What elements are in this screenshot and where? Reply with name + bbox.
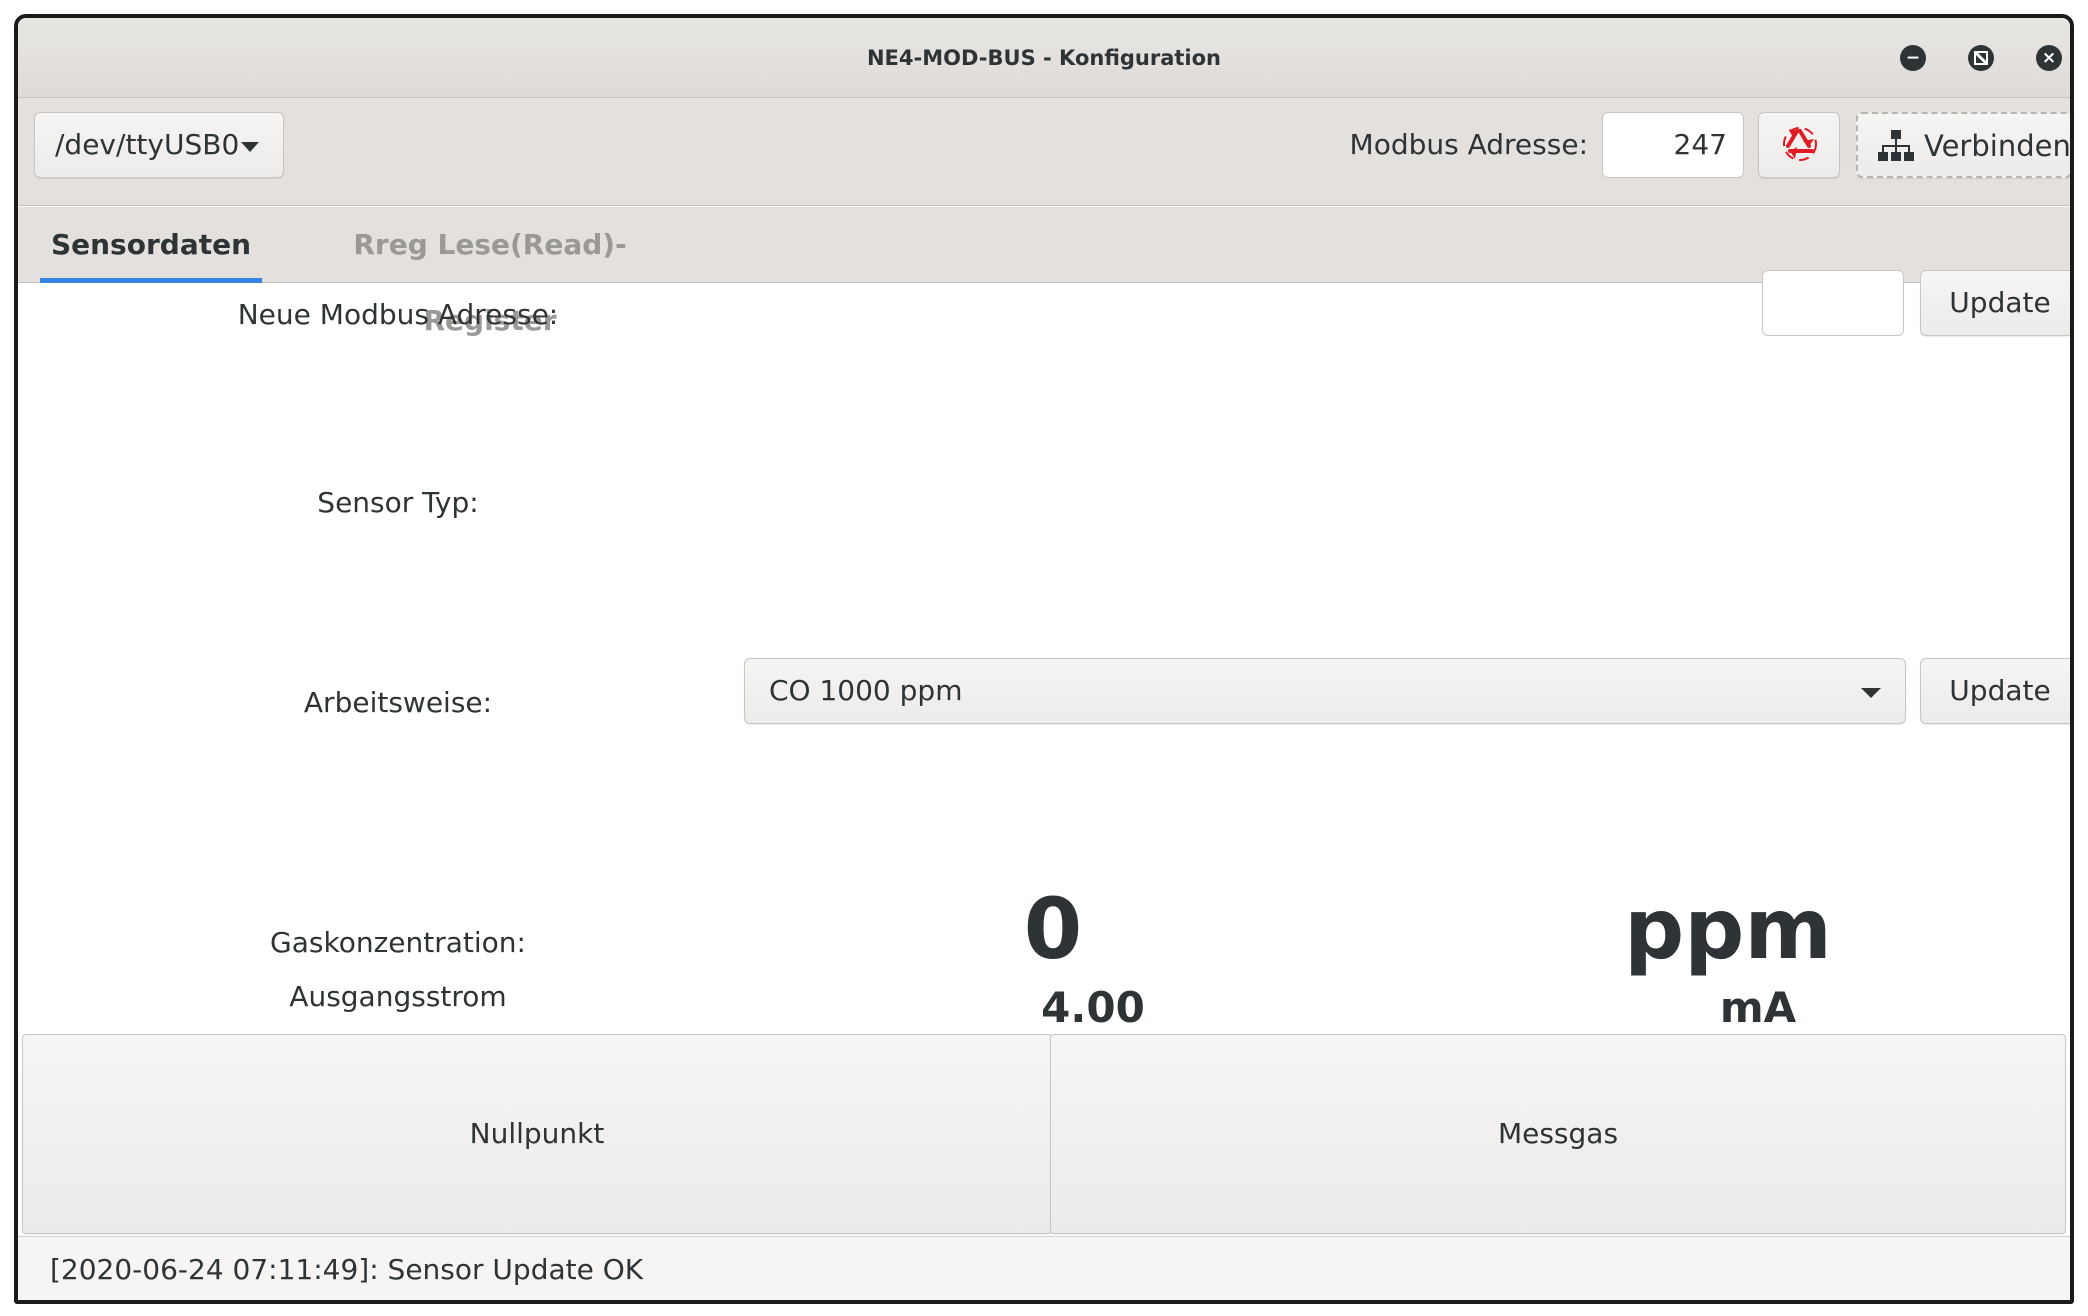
chevron-down-icon [1861,688,1881,698]
tab-sensordaten[interactable]: Sensordaten [40,207,262,283]
maximize-icon[interactable] [1968,45,1994,71]
sensor-type-label: Sensor Typ: [317,486,479,519]
zero-point-button[interactable]: Nullpunkt [22,1034,1052,1234]
update-mode-button[interactable]: Update [1920,658,2070,724]
gas-concentration-value: 0 [1023,880,1083,978]
serial-port-dropdown[interactable]: /dev/ttyUSB0 [34,112,284,178]
output-current-unit: mA [1719,983,1797,1032]
close-icon[interactable]: × [2036,45,2062,71]
modbus-address-input[interactable]: 247 [1602,112,1744,178]
serial-port-value: /dev/ttyUSB0 [55,128,240,161]
window-title: NE4-MOD-BUS - Konfiguration [866,46,1222,70]
chevron-down-icon [241,142,259,152]
update-address-button[interactable]: Update [1920,270,2070,336]
span-gas-button[interactable]: Messgas [1050,1034,2066,1234]
recycle-icon [1783,127,1817,161]
connect-label: Verbinden [1924,129,2071,163]
refresh-button[interactable] [1758,112,1840,178]
output-current-value: 4.00 [1041,983,1145,1032]
status-message: [2020-06-24 07:11:49]: Sensor Update OK [50,1253,644,1286]
network-icon [1878,130,1914,161]
mode-dropdown[interactable]: CO 1000 ppm [744,658,1906,724]
gas-concentration-label: Gaskonzentration: [270,926,526,959]
new-address-input[interactable] [1762,270,1904,336]
minimize-icon[interactable]: − [1900,45,1926,71]
connect-button[interactable]: Verbinden [1856,112,2071,178]
modbus-address-label: Modbus Adresse: [1349,128,1588,161]
gas-concentration-unit: ppm [1624,880,1832,978]
mode-label: Arbeitsweise: [303,686,493,719]
tab-read-register[interactable]: Rreg Lese(Read)-Register [300,207,680,337]
new-address-label: Neue Modbus Adresse: [237,298,559,331]
output-current-label: Ausgangsstrom [289,980,507,1013]
mode-value: CO 1000 ppm [769,674,963,707]
app-window: NE4-MOD-BUS - Konfiguration − × /dev/tty… [14,14,2074,1304]
